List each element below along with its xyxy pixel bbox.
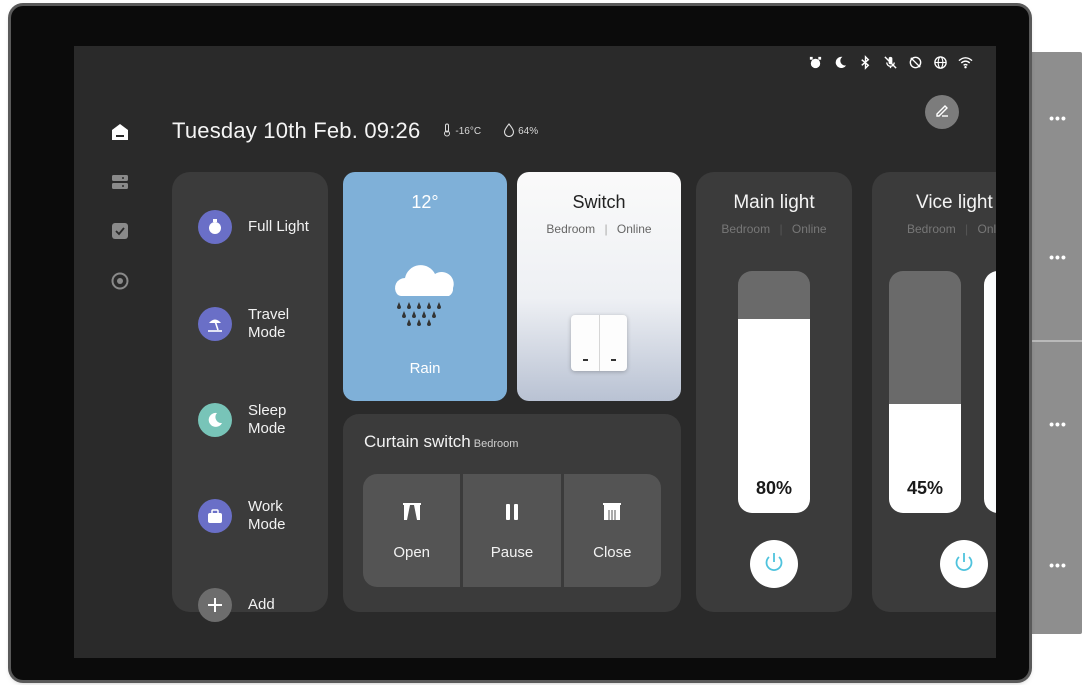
curtain-open-label: Open <box>393 544 431 561</box>
device-bezel: Tuesday 10th Feb. 09:26 -16°C 64% Full L… <box>11 6 1029 680</box>
curtain-close-label: Close <box>593 544 632 561</box>
mic-off-icon <box>882 54 899 71</box>
header: Tuesday 10th Feb. 09:26 -16°C 64% <box>172 118 538 144</box>
scene-label: Mode <box>248 516 286 533</box>
vice-light-brightness-slider[interactable]: 45% <box>889 271 961 513</box>
curtain-room: Bedroom <box>473 438 519 450</box>
main-light-brightness-value: 80% <box>755 478 793 498</box>
scene-label: Add <box>248 596 275 613</box>
main-light-subtitle: Bedroom | Online <box>696 222 852 236</box>
curtain-close-button[interactable]: Close <box>563 474 661 587</box>
nav-home-icon[interactable] <box>110 122 130 142</box>
main-light-brightness-slider[interactable]: 80% <box>738 271 810 513</box>
vice-light-power-button[interactable] <box>940 540 988 588</box>
vice-light-subtitle: Bedroom | Online <box>907 222 996 236</box>
thermometer-icon <box>442 123 455 140</box>
power-icon <box>762 550 786 579</box>
more-icon[interactable]: ••• <box>1044 416 1072 432</box>
scene-label: Mode <box>248 324 286 341</box>
nav-devices-icon[interactable] <box>110 172 130 192</box>
curtain-title: Curtain switch Bedroom <box>364 432 518 452</box>
vice-light-status: Online <box>977 222 996 236</box>
main-light-status: Online <box>791 222 827 236</box>
curtain-close-icon <box>602 502 622 522</box>
curtain-card: Curtain switch Bedroom Open Pause Close <box>343 414 681 612</box>
scene-sleep-mode[interactable]: Sleep Mode <box>198 402 286 438</box>
vice-light-room: Bedroom <box>907 222 956 236</box>
switch-card[interactable]: Switch Bedroom | Online <box>517 172 681 401</box>
nav-tasks-icon[interactable] <box>110 221 130 241</box>
smart-home-screen: Tuesday 10th Feb. 09:26 -16°C 64% Full L… <box>74 46 996 658</box>
weather-card[interactable]: 12° Rain <box>343 172 507 401</box>
switch-subtitle: Bedroom | Online <box>517 222 681 236</box>
scene-add[interactable]: Add <box>198 588 275 622</box>
temperature-readout: -16°C <box>442 123 481 140</box>
beach-icon <box>198 307 232 341</box>
curtain-button-group: Open Pause Close <box>363 474 661 587</box>
bulb-icon <box>198 210 232 244</box>
separator: | <box>604 222 608 236</box>
main-light-title: Main light <box>733 192 815 213</box>
datetime-label: Tuesday 10th Feb. 09:26 <box>172 118 421 143</box>
vice-light-title: Vice light <box>916 192 993 213</box>
scene-label: Sleep <box>248 402 287 419</box>
pencil-icon <box>934 102 950 123</box>
nav-camera-icon[interactable] <box>110 271 130 291</box>
side-panel-divider <box>1020 340 1082 342</box>
power-icon <box>952 550 976 579</box>
switch-room: Bedroom <box>546 222 596 236</box>
main-light-power-button[interactable] <box>750 540 798 588</box>
vice-light-card: Vice light Bedroom | Online 45% <box>872 172 996 612</box>
next-slider-preview <box>984 271 996 513</box>
more-icon[interactable]: ••• <box>1044 557 1072 573</box>
scene-full-light[interactable]: Full Light <box>198 210 309 244</box>
scene-label: Full Light <box>248 218 309 235</box>
bluetooth-icon <box>857 54 874 71</box>
wall-switch-icon[interactable] <box>571 315 627 371</box>
scene-work-mode[interactable]: Work Mode <box>198 498 286 534</box>
globe-icon <box>932 54 949 71</box>
wifi-icon <box>957 54 974 71</box>
plus-icon <box>198 588 232 622</box>
weather-condition: Rain <box>409 360 441 377</box>
scenes-panel: Full Light Travel Mode Sleep Mode Work M… <box>172 172 328 622</box>
briefcase-icon <box>198 499 232 533</box>
curtain-open-button[interactable]: Open <box>363 474 461 587</box>
curtain-open-icon <box>402 502 422 522</box>
alarm-icon <box>807 54 824 71</box>
curtain-pause-label: Pause <box>490 544 534 561</box>
switch-title: Switch <box>572 192 626 212</box>
edit-button[interactable] <box>925 95 959 129</box>
curtain-pause-button[interactable]: Pause <box>463 474 561 587</box>
main-light-room: Bedroom <box>721 222 771 236</box>
humidity-readout: 64% <box>503 122 539 140</box>
scene-travel-mode[interactable]: Travel Mode <box>198 306 289 342</box>
moon-icon <box>198 403 232 437</box>
switch-status: Online <box>616 222 652 236</box>
separator: | <box>779 222 783 236</box>
do-not-disturb-icon <box>907 54 924 71</box>
more-icon[interactable]: ••• <box>1044 110 1072 126</box>
weather-temperature: 12° <box>411 192 439 212</box>
vice-light-brightness-value: 45% <box>906 478 944 498</box>
moon-icon <box>832 54 849 71</box>
temperature-value: -16°C <box>455 125 482 137</box>
scene-label: Travel <box>248 306 290 323</box>
scene-label: Work <box>248 498 283 515</box>
droplet-icon <box>503 122 518 140</box>
status-bar <box>807 54 974 71</box>
rain-cloud-icon <box>389 258 461 333</box>
scene-label: Mode <box>248 420 286 437</box>
separator: | <box>965 222 969 236</box>
main-light-card: Main light Bedroom | Online 80% <box>696 172 852 612</box>
side-panel: ••• ••• ••• ••• <box>1020 52 1082 634</box>
humidity-value: 64% <box>518 125 539 137</box>
pause-icon <box>504 502 520 522</box>
more-icon[interactable]: ••• <box>1044 249 1072 265</box>
curtain-title-text: Curtain switch <box>364 432 471 451</box>
